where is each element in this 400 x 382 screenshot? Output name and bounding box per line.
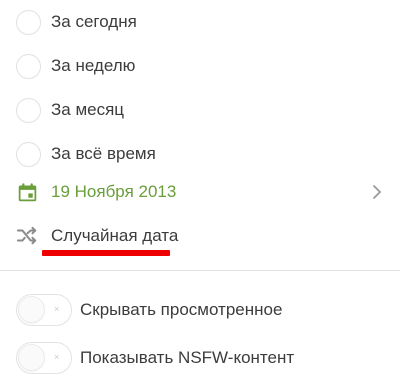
selected-date: 19 Ноября 2013 bbox=[51, 182, 177, 201]
switch-off-icon: × bbox=[54, 352, 60, 362]
radio-button[interactable] bbox=[16, 97, 41, 123]
switch-knob bbox=[18, 296, 45, 323]
period-option-label: За неделю bbox=[51, 56, 136, 75]
radio-button[interactable] bbox=[16, 141, 41, 167]
filter-panel: За сегодня За неделю За месяц За всё вре… bbox=[0, 0, 400, 382]
section-divider bbox=[0, 270, 400, 271]
hide-viewed-switch[interactable]: × bbox=[16, 294, 72, 326]
period-option-all-time[interactable]: За всё время bbox=[0, 134, 400, 174]
chevron-right-icon bbox=[373, 185, 381, 199]
date-picker-row[interactable]: 19 Ноября 2013 bbox=[0, 172, 400, 212]
hide-viewed-label: Скрывать просмотренное bbox=[80, 300, 283, 319]
period-option-label: За месяц bbox=[51, 100, 125, 119]
period-option-today[interactable]: За сегодня bbox=[0, 2, 400, 42]
highlight-underline bbox=[42, 250, 170, 256]
show-nsfw-label: Показывать NSFW-контент bbox=[80, 348, 295, 367]
toggle-row-hide-viewed[interactable]: × Скрывать просмотренное bbox=[0, 290, 400, 330]
period-option-month[interactable]: За месяц bbox=[0, 90, 400, 130]
switch-off-icon: × bbox=[54, 304, 60, 314]
radio-button[interactable] bbox=[16, 9, 41, 35]
radio-button[interactable] bbox=[16, 53, 41, 79]
calendar-icon bbox=[18, 182, 37, 201]
switch-knob bbox=[18, 344, 45, 371]
show-nsfw-switch[interactable]: × bbox=[16, 342, 72, 374]
random-date-label: Случайная дата bbox=[51, 226, 179, 245]
toggle-row-show-nsfw[interactable]: × Показывать NSFW-контент bbox=[0, 338, 400, 378]
shuffle-icon bbox=[16, 226, 37, 245]
period-option-label: За сегодня bbox=[51, 12, 137, 31]
period-option-week[interactable]: За неделю bbox=[0, 46, 400, 86]
period-option-label: За всё время bbox=[51, 144, 156, 163]
